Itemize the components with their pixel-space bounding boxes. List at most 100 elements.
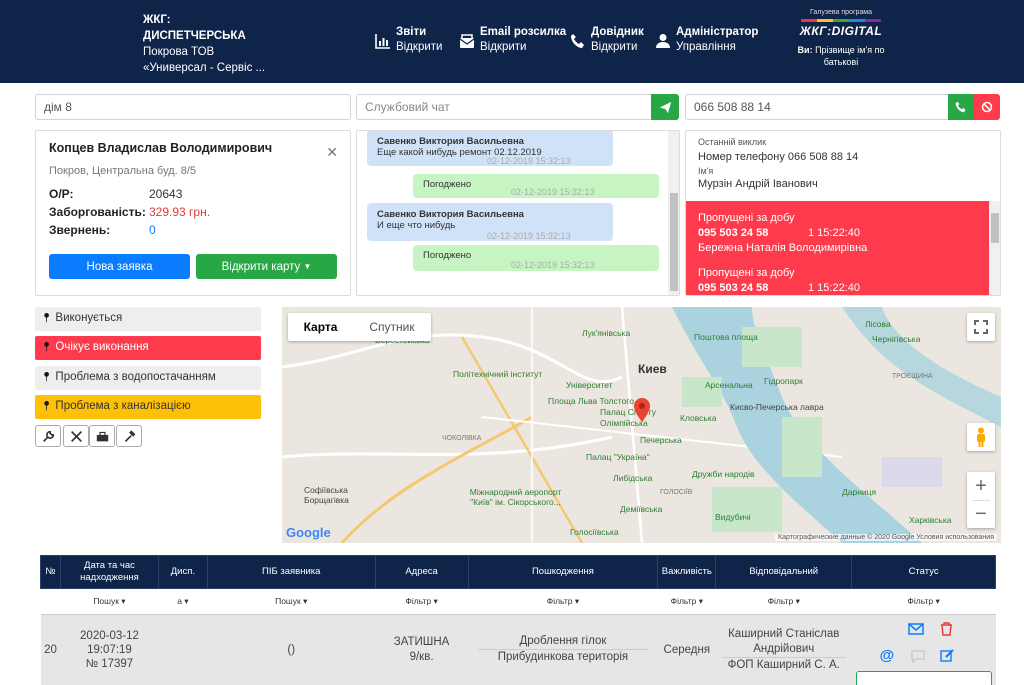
chat-text: И еще что нибудь: [377, 220, 456, 231]
new-request-button[interactable]: Нова заявка: [49, 254, 190, 279]
legend-awaiting[interactable]: 📍 Очікує виконання: [35, 336, 261, 360]
filter-dispatcher[interactable]: а ▾: [158, 588, 208, 615]
filter-status[interactable]: Фільтр ▾: [851, 588, 996, 615]
user-prefix: Ви:: [797, 45, 813, 55]
chat-author: Савенко Виктория Васильевна: [377, 209, 524, 220]
map-label: Голосіївська: [570, 527, 619, 537]
col-date[interactable]: Дата та час надходження: [59, 555, 159, 589]
row-date-cell: 2020-03-12 19:07:19 № 17397: [60, 614, 159, 685]
comment-icon[interactable]: [911, 650, 925, 666]
user-icon: [656, 34, 670, 48]
nav-reports-sub: Відкрити: [396, 41, 443, 53]
nav-email-title: Email розсилка: [480, 26, 567, 38]
missed-phone[interactable]: 095 503 24 58: [698, 227, 768, 239]
street-view-button[interactable]: [967, 423, 995, 451]
open-card-button[interactable]: Відкрити карту ▼: [196, 254, 337, 279]
filter-label: Фільтр: [546, 596, 573, 606]
row-responsible-cell: Каширний Станіслав Андрійович ФОП Каширн…: [715, 614, 852, 685]
caller-card: Копцев Владислав Володимирович ✕ Покров,…: [35, 130, 351, 296]
block-icon: [981, 101, 993, 113]
at-icon[interactable]: @: [880, 647, 895, 664]
last-call-phone: Номер телефону 066 508 88 14: [698, 151, 859, 163]
chat-time: 02-12-2019 15:32:13: [487, 231, 571, 241]
nav-directory[interactable]: Довідник Відкрити: [570, 25, 644, 55]
nav-reports[interactable]: Звіти Відкрити: [375, 25, 442, 55]
house-input[interactable]: дім 8: [35, 94, 351, 120]
missed-scrollbar[interactable]: [989, 201, 1000, 295]
row-damage-cell: Дроблення гілок Прибудинкова територія: [468, 614, 658, 685]
chat-scrollbar[interactable]: [668, 131, 679, 295]
row-applicant: (): [207, 614, 376, 685]
fullscreen-icon: [974, 320, 988, 334]
filter-label: а: [177, 596, 182, 606]
col-damage[interactable]: Пошкодження: [467, 555, 659, 589]
nav-email[interactable]: Email розсилка Відкрити: [459, 25, 566, 55]
row-importance: Середня: [657, 614, 716, 685]
map-tab-satellite[interactable]: Спутник: [353, 320, 431, 334]
fullscreen-button[interactable]: [967, 313, 995, 341]
col-address[interactable]: Адреса: [374, 555, 469, 589]
map-tab-map[interactable]: Карта: [288, 320, 353, 334]
map-label: Міжнародний аеропорт "Київ" ім. Сікорськ…: [469, 487, 562, 507]
pegman-icon: [977, 427, 985, 447]
current-user[interactable]: Ви: Прізвище ім'я по батькові: [795, 44, 887, 68]
col-number[interactable]: №: [40, 555, 61, 589]
legend-sewer-problem[interactable]: 📍 Проблема з каналізацією: [35, 395, 261, 419]
filter-address[interactable]: Фільтр ▾: [375, 588, 469, 615]
send-chat-button[interactable]: [651, 94, 679, 120]
filter-date[interactable]: Пошук ▾: [60, 588, 159, 615]
map-label: ТРОЄЩИНА: [892, 373, 933, 380]
filter-responsible[interactable]: Фільтр ▾: [715, 588, 852, 615]
chat-time: 02-12-2019 15:32:13: [511, 187, 595, 197]
col-dispatcher[interactable]: Дисп.: [157, 555, 208, 589]
map-label: Гідропарк: [764, 376, 803, 386]
reject-call-button[interactable]: [974, 94, 1000, 120]
zoom-out-button[interactable]: −: [975, 501, 987, 528]
missed-phone[interactable]: 095 503 24 58: [698, 282, 768, 294]
brand-logo: ЖКГ:DIGITAL: [799, 24, 883, 38]
filter-importance[interactable]: Фільтр ▾: [657, 588, 716, 615]
nav-admin[interactable]: Адміністратор Управління: [655, 25, 758, 55]
trash-icon[interactable]: [940, 622, 953, 639]
edit-icon[interactable]: [939, 648, 955, 666]
service-chat-input[interactable]: Службовий чат: [356, 94, 652, 120]
chat-message: Савенко Виктория Васильевна Еще какой ни…: [367, 131, 613, 166]
tool-tools-button[interactable]: [63, 425, 89, 447]
legend-in-progress[interactable]: 📍 Виконується: [35, 307, 261, 331]
map-label: Палац "Україна": [586, 452, 650, 462]
phone-input[interactable]: 066 508 88 14: [685, 94, 949, 120]
col-responsible[interactable]: Відповідальний: [715, 555, 853, 589]
table-row[interactable]: 20 2020-03-12 19:07:19 № 17397 () ЗАТИШН…: [40, 614, 996, 685]
tool-toolbox-button[interactable]: [89, 425, 115, 447]
map-marker-icon: 📍: [41, 342, 53, 352]
map-label: Харківська: [909, 515, 952, 525]
status-button[interactable]: [855, 671, 992, 685]
organization-info: ЖКГ: ДИСПЕТЧЕРСЬКА Покрова ТОВ «Универса…: [143, 12, 283, 76]
map-view[interactable]: Лук'янівська Поштова площа Політехнічний…: [282, 307, 1001, 543]
filter-damage[interactable]: Фільтр ▾: [468, 588, 658, 615]
map-copyright[interactable]: Картографические данные © 2020 Google Ус…: [775, 534, 997, 541]
col-applicant[interactable]: ПІБ заявника: [206, 555, 376, 589]
filter-applicant[interactable]: Пошук ▾: [207, 588, 376, 615]
chat-time: 02-12-2019 15:32:13: [487, 156, 571, 166]
map-label: Кисво-Печерська лавра: [730, 402, 824, 412]
missed-scroll-thumb[interactable]: [991, 213, 999, 243]
map-label: Видубичі: [715, 512, 751, 522]
row-address-street: ЗАТИШНА: [393, 635, 450, 648]
col-importance[interactable]: Важливість: [657, 555, 717, 589]
filter-label: Фільтр: [907, 596, 934, 606]
map-pin-icon[interactable]: [634, 398, 650, 425]
chat-scroll-thumb[interactable]: [670, 193, 678, 291]
zoom-in-button[interactable]: +: [975, 472, 987, 500]
legend-water-problem[interactable]: 📍 Проблема з водопостачанням: [35, 366, 261, 390]
tool-wrench-button[interactable]: [35, 425, 61, 447]
email-icon[interactable]: [907, 623, 924, 638]
toolbox-icon: [96, 431, 108, 441]
col-status[interactable]: Статус: [851, 555, 996, 589]
row-responsible-person: Каширний Станіслав Андрійович: [721, 627, 846, 658]
close-icon[interactable]: ✕: [326, 144, 338, 161]
call-button[interactable]: [948, 94, 974, 120]
tool-hammer-button[interactable]: [116, 425, 142, 447]
chat-message: Савенко Виктория Васильевна И еще что ни…: [367, 203, 613, 241]
brand-program-label: Галузева програма: [810, 9, 872, 16]
